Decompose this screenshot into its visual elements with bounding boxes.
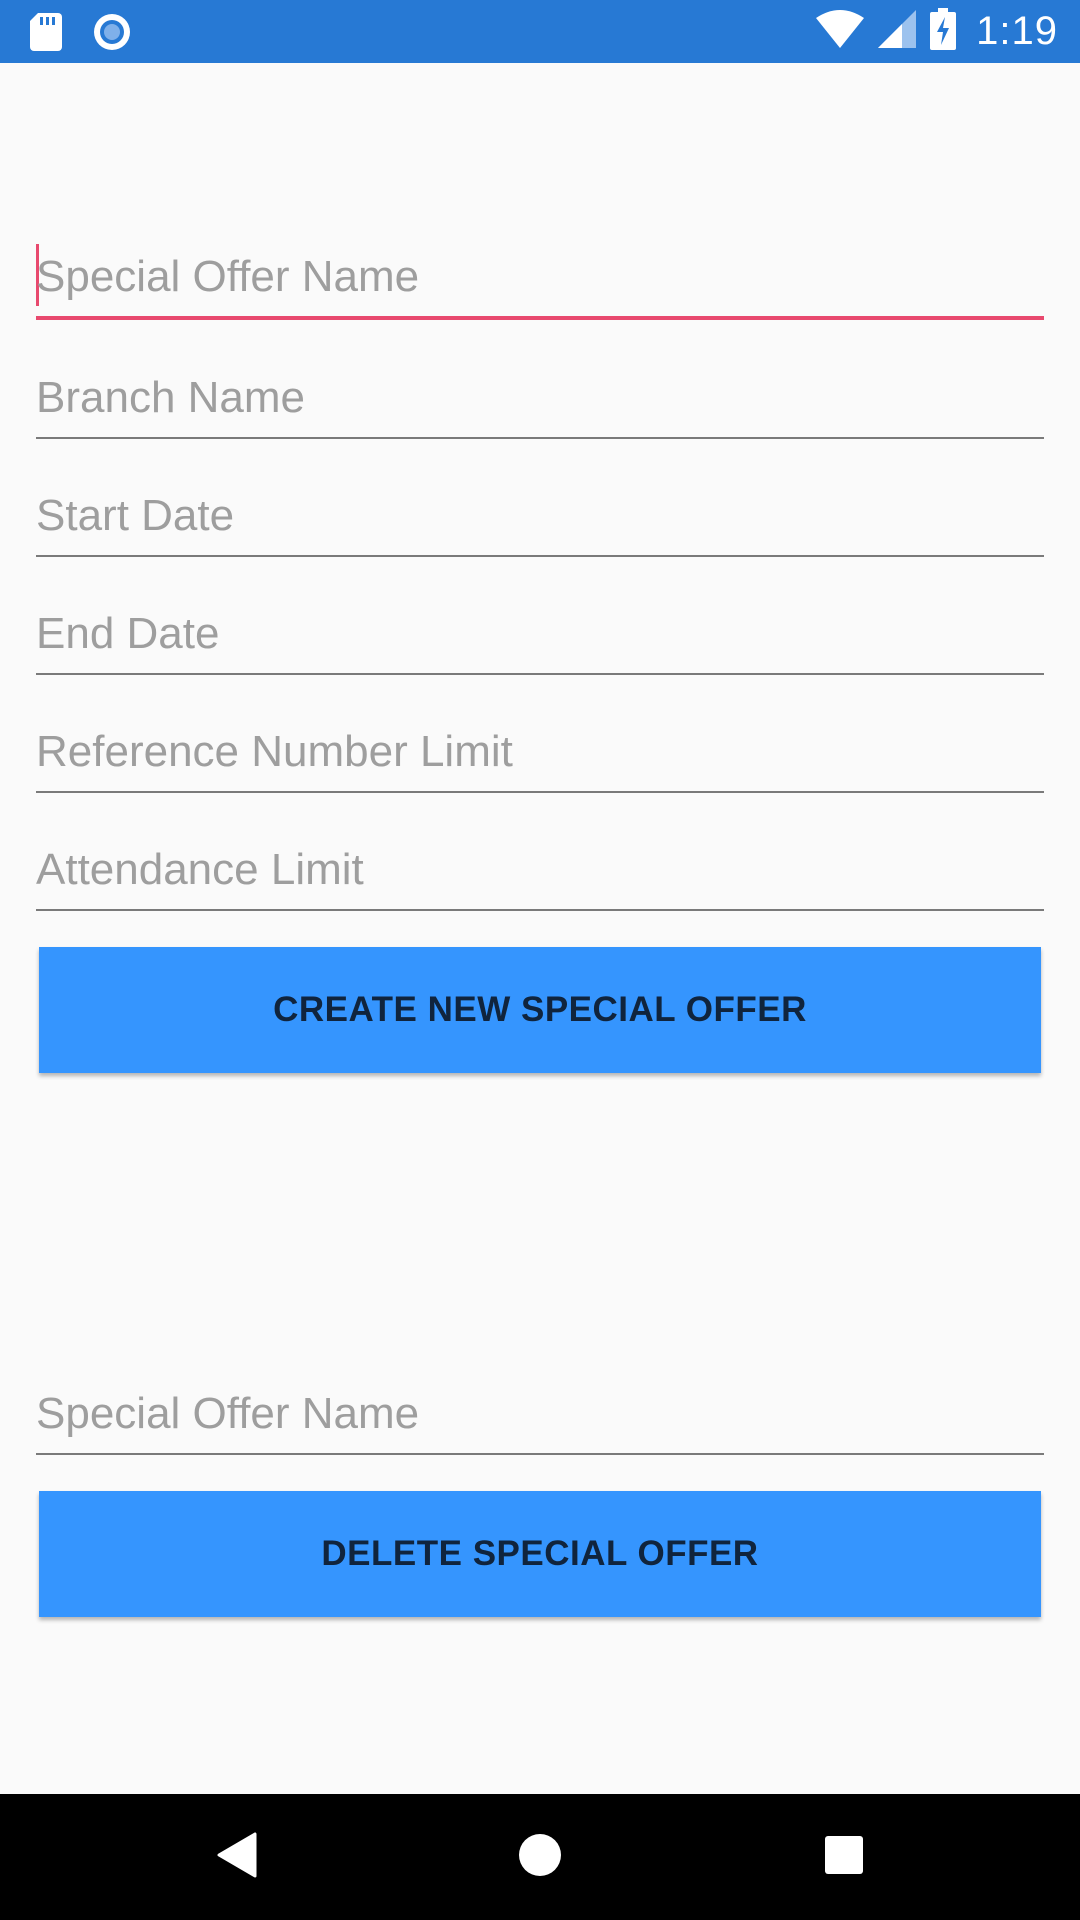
special-offer-screen: CREATE NEW SPECIAL OFFER DELETE SPECIAL … (0, 63, 1080, 1794)
battery-charging-icon (930, 8, 957, 55)
recents-button[interactable] (784, 1794, 904, 1920)
reference-number-limit-input[interactable] (36, 721, 1044, 783)
status-time: 1:19 (976, 9, 1058, 53)
branch-name-field[interactable] (36, 359, 1044, 439)
sd-card-icon (30, 13, 62, 56)
delete-special-offer-name-input[interactable] (36, 1383, 1044, 1445)
branch-name-input[interactable] (36, 367, 1044, 429)
home-button[interactable] (480, 1794, 600, 1920)
status-bar: 1:19 (0, 0, 1080, 63)
create-special-offer-button[interactable]: CREATE NEW SPECIAL OFFER (39, 947, 1041, 1073)
delete-special-offer-name-field[interactable] (36, 1375, 1044, 1455)
sync-circle-icon (92, 12, 132, 57)
end-date-input[interactable] (36, 603, 1044, 665)
back-button[interactable] (177, 1794, 297, 1920)
special-offer-name-field[interactable] (36, 240, 1044, 320)
recents-icon (824, 1835, 864, 1880)
reference-number-limit-field[interactable] (36, 713, 1044, 793)
end-date-field[interactable] (36, 595, 1044, 675)
home-icon (518, 1833, 562, 1882)
signal-icon (878, 10, 917, 53)
attendance-limit-input[interactable] (36, 839, 1044, 901)
delete-special-offer-button[interactable]: DELETE SPECIAL OFFER (39, 1491, 1041, 1617)
special-offer-name-input[interactable] (36, 246, 1044, 308)
back-icon (217, 1832, 257, 1883)
wifi-icon (816, 10, 865, 53)
attendance-limit-field[interactable] (36, 831, 1044, 911)
start-date-input[interactable] (36, 485, 1044, 547)
start-date-field[interactable] (36, 477, 1044, 557)
navigation-bar (0, 1794, 1080, 1920)
